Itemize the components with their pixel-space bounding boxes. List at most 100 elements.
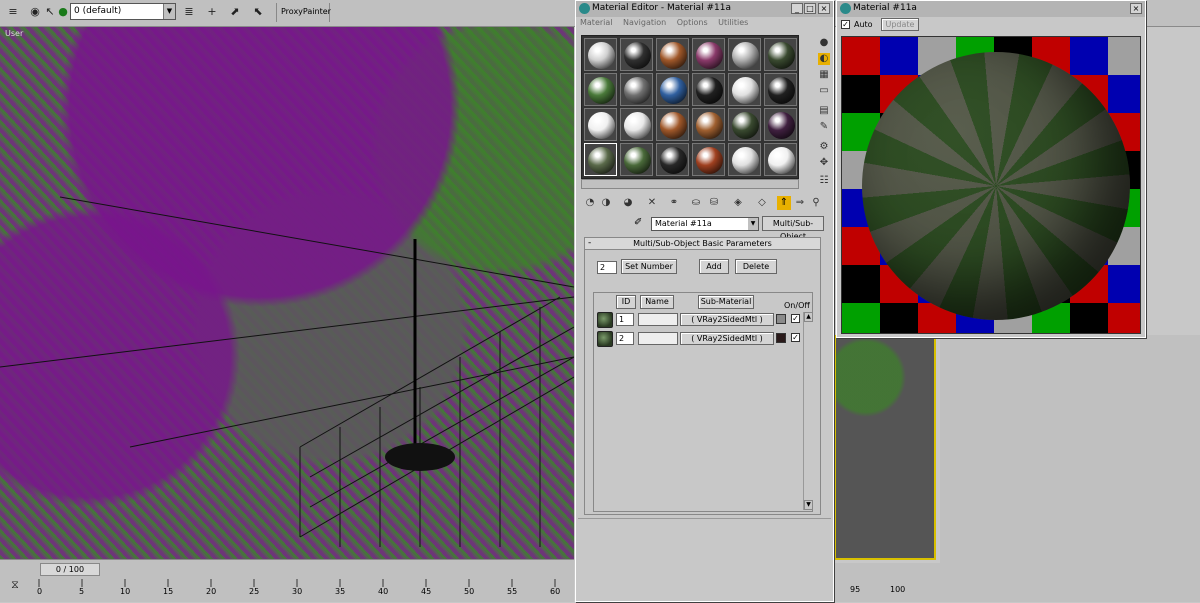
auto-checkbox[interactable]: ✓: [841, 20, 850, 29]
get-material-icon[interactable]: ◔: [583, 196, 597, 210]
viewport-right[interactable]: [834, 335, 936, 560]
submaterial-id-field[interactable]: 1: [616, 313, 634, 326]
material-slot[interactable]: [584, 38, 617, 71]
material-slot[interactable]: [728, 73, 761, 106]
submaterial-button[interactable]: ( VRay2SidedMtl ): [680, 313, 774, 326]
submaterial-on-checkbox[interactable]: ✓: [791, 314, 800, 323]
preview-render[interactable]: [841, 36, 1141, 334]
material-slot[interactable]: [764, 108, 797, 141]
material-slot[interactable]: [764, 38, 797, 71]
submaterial-name-field[interactable]: [638, 313, 678, 326]
material-slot[interactable]: [620, 38, 653, 71]
sort-by-name-button[interactable]: Name: [640, 295, 674, 309]
teapot-icon[interactable]: ●: [56, 5, 70, 19]
material-editor-titlebar[interactable]: Material Editor - Material #11a _ □ ×: [576, 1, 833, 17]
put-to-library-icon[interactable]: ⛀: [689, 196, 703, 210]
preview-titlebar[interactable]: Material #11a ×: [837, 1, 1145, 17]
menu-options[interactable]: Options: [677, 18, 708, 27]
background-icon[interactable]: ▦: [818, 69, 830, 81]
material-slot[interactable]: [692, 108, 725, 141]
time-ruler[interactable]: 0 5 10 15 20 25 30 35 40 45 50 55 60: [36, 579, 574, 603]
material-slot[interactable]: [692, 38, 725, 71]
sample-type-icon[interactable]: ●: [818, 37, 830, 49]
layer-dropdown[interactable]: 0 (default) ▼: [70, 3, 176, 20]
maximize-button[interactable]: □: [804, 3, 816, 14]
assign-material-icon[interactable]: ◕: [621, 196, 635, 210]
show-end-result-icon[interactable]: ◇: [755, 196, 769, 210]
backlight-icon[interactable]: ◐: [818, 53, 830, 65]
set-number-button[interactable]: Set Number: [621, 259, 677, 274]
submaterial-name-field[interactable]: [638, 332, 678, 345]
delete-button[interactable]: Delete: [735, 259, 777, 274]
material-slot[interactable]: [656, 73, 689, 106]
list-scrollbar[interactable]: ▲ ▼: [803, 312, 813, 510]
material-slot[interactable]: [620, 143, 653, 176]
time-slider[interactable]: 0 / 100: [40, 563, 100, 576]
scroll-up-icon[interactable]: ▲: [804, 312, 813, 322]
submaterial-color[interactable]: [776, 314, 786, 324]
show-map-icon[interactable]: ◈: [731, 196, 745, 210]
rollout-header[interactable]: - Multi/Sub-Object Basic Parameters: [585, 238, 820, 250]
close-button[interactable]: ×: [818, 3, 830, 14]
material-slot[interactable]: [656, 38, 689, 71]
go-to-parent-icon[interactable]: ⇑: [777, 196, 791, 210]
video-color-icon[interactable]: ▤: [818, 105, 830, 117]
add-layer-icon[interactable]: +: [205, 5, 219, 19]
sort-by-id-button[interactable]: ID: [616, 295, 636, 309]
make-unique-icon[interactable]: ⚭: [667, 196, 681, 210]
submaterial-color[interactable]: [776, 333, 786, 343]
pick-material-icon[interactable]: ⚲: [809, 196, 823, 210]
make-preview-icon[interactable]: ✎: [818, 121, 830, 133]
menu-utilities[interactable]: Utilities: [718, 18, 748, 27]
material-type-button[interactable]: Multi/Sub-Object: [762, 216, 824, 241]
material-slot[interactable]: [584, 73, 617, 106]
eyedropper-icon[interactable]: ✐: [634, 217, 642, 228]
time-config-icon[interactable]: ⧖: [8, 578, 22, 592]
go-forward-sibling-icon[interactable]: ⇒: [793, 196, 807, 210]
add-button[interactable]: Add: [699, 259, 729, 274]
set-number-field[interactable]: 2: [597, 261, 617, 274]
sort-by-submaterial-button[interactable]: Sub-Material: [698, 295, 754, 309]
uv-tiling-icon[interactable]: ▭: [818, 85, 830, 97]
options-icon[interactable]: ⚙: [818, 141, 830, 153]
material-slot[interactable]: [620, 108, 653, 141]
material-slot[interactable]: [692, 73, 725, 106]
submaterial-swatch[interactable]: [597, 331, 613, 347]
layers-icon[interactable]: ≡: [6, 5, 20, 19]
material-name-dropdown[interactable]: Material #11a ▼: [651, 217, 759, 231]
highlight-icon[interactable]: ⬉: [251, 5, 265, 19]
material-navigator-icon[interactable]: ☷: [818, 175, 830, 187]
viewport-user[interactable]: User: [0, 27, 574, 559]
submaterial-on-checkbox[interactable]: ✓: [791, 333, 800, 342]
minimize-button[interactable]: _: [791, 3, 803, 14]
delete-icon[interactable]: ✕: [645, 196, 659, 210]
submaterial-id-field[interactable]: 2: [616, 332, 634, 345]
proxy-painter-button[interactable]: ProxyPainter: [276, 3, 331, 22]
material-slot[interactable]: [764, 143, 797, 176]
material-slot[interactable]: [584, 143, 617, 176]
material-slot[interactable]: [728, 108, 761, 141]
slots-scrollbar[interactable]: [581, 179, 799, 189]
put-to-scene-icon[interactable]: ◑: [599, 196, 613, 210]
close-button[interactable]: ×: [1130, 3, 1142, 14]
material-slot[interactable]: [584, 108, 617, 141]
update-button[interactable]: Update: [881, 18, 919, 31]
material-slot[interactable]: [764, 73, 797, 106]
menu-material[interactable]: Material: [580, 18, 613, 27]
material-slot[interactable]: [728, 143, 761, 176]
menu-navigation[interactable]: Navigation: [623, 18, 666, 27]
pointer-icon[interactable]: ↖: [43, 5, 57, 19]
scroll-down-icon[interactable]: ▼: [804, 500, 813, 510]
material-slot[interactable]: [692, 143, 725, 176]
material-slot[interactable]: [728, 38, 761, 71]
material-slot[interactable]: [656, 108, 689, 141]
submaterial-swatch[interactable]: [597, 312, 613, 328]
material-slot[interactable]: [620, 73, 653, 106]
material-slot[interactable]: [656, 143, 689, 176]
layer-manager-icon[interactable]: ≣: [182, 5, 196, 19]
submaterial-button[interactable]: ( VRay2SidedMtl ): [680, 332, 774, 345]
material-id-icon[interactable]: ⛁: [707, 196, 721, 210]
eye-icon[interactable]: ◉: [28, 5, 42, 19]
select-objects-icon[interactable]: ⬈: [228, 5, 242, 19]
select-by-material-icon[interactable]: ✥: [818, 157, 830, 169]
